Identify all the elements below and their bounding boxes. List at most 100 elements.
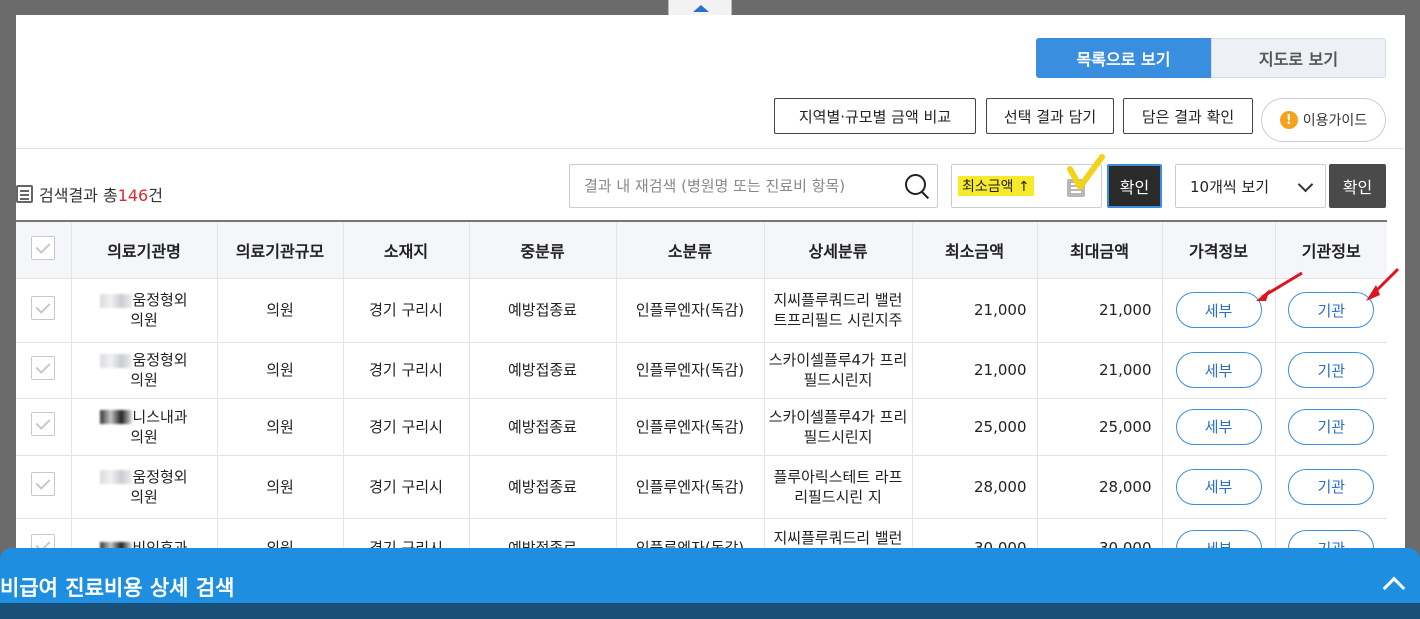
refine-search-input[interactable] (570, 165, 897, 207)
chevron-down-icon (1297, 176, 1314, 193)
results-table: 의료기관명 의료기관규모 소재지 중분류 소분류 상세분류 최소금액 최대금액 … (16, 220, 1387, 579)
redacted-text (100, 353, 133, 368)
sort-label: 최소금액 ↑ (958, 176, 1034, 196)
row-checkbox[interactable] (31, 295, 56, 320)
institution-scale: 의원 (217, 278, 344, 343)
col-header: 중분류 (469, 220, 617, 279)
sub-category: 인플루엔자(독감) (616, 342, 765, 399)
institution-scale: 의원 (217, 398, 344, 456)
results-panel: 목록으로 보기 지도로 보기 지역별·규모별 금액 비교 선택 결과 담기 담은… (16, 15, 1405, 619)
per-page-confirm-button[interactable]: 확인 (1329, 164, 1386, 208)
result-count: 검색결과 총146건 (16, 182, 163, 206)
bottom-strip (0, 603, 1420, 619)
table-header-row: 의료기관명 의료기관규모 소재지 중분류 소분류 상세분류 최소금액 최대금액 … (16, 220, 1387, 279)
institution-button[interactable]: 기관 (1288, 468, 1375, 505)
row-select-cell (16, 455, 72, 519)
sort-confirm-button[interactable]: 확인 (1107, 164, 1162, 208)
institution-name: 움정형외 의원 (71, 455, 218, 519)
save-selected-button[interactable]: 선택 결과 담기 (986, 98, 1114, 134)
sort-select[interactable]: 최소금액 ↑ (951, 164, 1102, 208)
row-select-cell (16, 398, 72, 456)
inst-info-cell: 기관 (1275, 455, 1387, 519)
collapse-tab[interactable] (668, 0, 732, 16)
row-checkbox[interactable] (31, 412, 56, 436)
row-checkbox[interactable] (31, 472, 56, 496)
detail-search-title: 비급여 진료비용 상세 검색 (0, 576, 235, 600)
col-header: 기관정보 (1275, 220, 1387, 279)
institution-button[interactable]: 기관 (1288, 408, 1375, 445)
detail-category: 스카이셀플루4가 프리필드시린지 (764, 398, 913, 456)
result-count-suffix: 건 (148, 186, 163, 205)
col-header: 가격정보 (1162, 220, 1276, 279)
refine-search (569, 164, 938, 208)
max-price: 21,000 (1037, 278, 1163, 343)
price-info-cell: 세부 (1162, 455, 1276, 519)
price-detail-button[interactable]: 세부 (1175, 352, 1262, 388)
min-price: 21,000 (912, 278, 1038, 343)
redacted-text (100, 410, 133, 424)
info-icon: ! (1279, 111, 1298, 129)
list-view-button[interactable]: 목록으로 보기 (1036, 38, 1211, 78)
search-icon[interactable] (897, 166, 937, 206)
list-doc-icon (16, 185, 33, 203)
price-info-cell: 세부 (1162, 342, 1276, 399)
location: 경기 구리시 (343, 455, 470, 519)
detail-category: 스카이셀플루4가 프리필드시린지 (764, 342, 913, 399)
col-header: 소재지 (343, 220, 470, 279)
institution-scale: 의원 (217, 342, 344, 399)
table-row: 움정형외 의원 의원 경기 구리시 예방접종료 인플루엔자(독감) 스카이셀플루4… (16, 342, 1387, 399)
select-all-cell (16, 220, 72, 279)
sub-category: 인플루엔자(독감) (616, 455, 765, 519)
sub-category: 인플루엔자(독감) (616, 398, 765, 456)
location: 경기 구리시 (343, 278, 470, 343)
check-saved-button[interactable]: 담은 결과 확인 (1123, 98, 1253, 134)
inst-info-cell: 기관 (1275, 278, 1387, 343)
price-detail-button[interactable]: 세부 (1175, 468, 1262, 505)
user-guide-button[interactable]: ! 이용가이드 (1261, 98, 1386, 142)
select-all-checkbox[interactable] (31, 235, 56, 260)
col-header: 상세분류 (764, 220, 913, 279)
price-detail-button[interactable]: 세부 (1175, 292, 1262, 328)
min-price: 21,000 (912, 342, 1038, 399)
institution-name: 니스내과 의원 (71, 398, 218, 456)
arrow-up-icon (693, 5, 709, 12)
institution-scale: 의원 (217, 455, 344, 519)
row-select-cell (16, 342, 72, 399)
compare-price-button[interactable]: 지역별·규모별 금액 비교 (774, 98, 976, 134)
mid-category: 예방접종료 (469, 398, 617, 456)
sub-category: 인플루엔자(독감) (616, 278, 765, 343)
table-row: 움정형외 의원 의원 경기 구리시 예방접종료 인플루엔자(독감) 지씨플루쿼드리… (16, 278, 1387, 343)
max-price: 28,000 (1037, 455, 1163, 519)
redacted-text (100, 293, 133, 308)
institution-name: 움정형외 의원 (71, 278, 218, 343)
view-toggle: 목록으로 보기 지도로 보기 (1036, 38, 1386, 78)
divider (16, 148, 1405, 149)
detail-category: 지씨플루쿼드리 밸런트프리필드 시린지주 (764, 278, 913, 343)
per-page-select[interactable]: 10개씩 보기 (1175, 164, 1326, 208)
max-price: 25,000 (1037, 398, 1163, 456)
table-row: 니스내과 의원 의원 경기 구리시 예방접종료 인플루엔자(독감) 스카이셀플루4… (16, 398, 1387, 456)
institution-button[interactable]: 기관 (1288, 352, 1375, 388)
col-header: 최대금액 (1037, 220, 1163, 279)
list-icon (1067, 179, 1085, 197)
chevron-up-icon[interactable] (1382, 576, 1406, 600)
col-header: 최소금액 (912, 220, 1038, 279)
col-header: 의료기관명 (71, 220, 218, 279)
table-row: 움정형외 의원 의원 경기 구리시 예방접종료 인플루엔자(독감) 플루아릭스테트… (16, 455, 1387, 519)
institution-button[interactable]: 기관 (1288, 292, 1375, 328)
price-detail-button[interactable]: 세부 (1175, 408, 1262, 445)
result-count-prefix: 검색결과 총 (39, 186, 118, 205)
inst-info-cell: 기관 (1275, 398, 1387, 456)
col-header: 의료기관규모 (217, 220, 344, 279)
redacted-text (100, 470, 133, 484)
per-page-label: 10개씩 보기 (1190, 177, 1270, 196)
row-select-cell (16, 278, 72, 343)
institution-name: 움정형외 의원 (71, 342, 218, 399)
map-view-button[interactable]: 지도로 보기 (1211, 38, 1386, 78)
location: 경기 구리시 (343, 398, 470, 456)
result-count-number: 146 (117, 186, 149, 205)
min-price: 28,000 (912, 455, 1038, 519)
mid-category: 예방접종료 (469, 278, 617, 343)
mid-category: 예방접종료 (469, 455, 617, 519)
row-checkbox[interactable] (31, 355, 56, 380)
